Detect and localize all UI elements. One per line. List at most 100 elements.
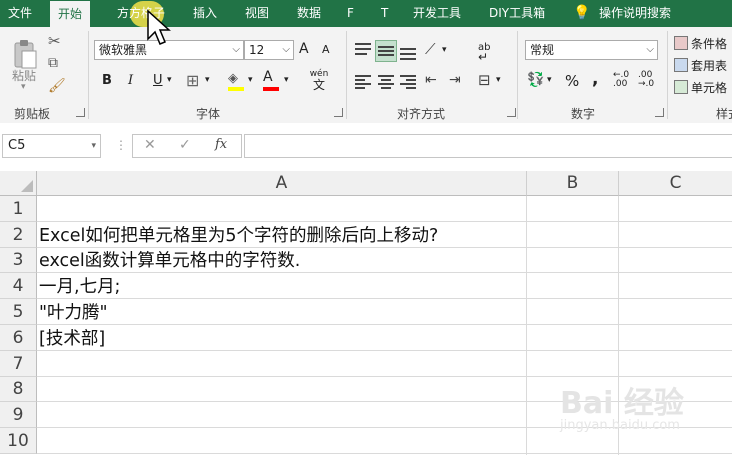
chevron-down-icon[interactable]: ▾ bbox=[167, 75, 172, 85]
styles-item-2[interactable]: 单元格 bbox=[674, 79, 727, 96]
row-header-5[interactable]: 5 bbox=[0, 299, 37, 325]
fill-color-button[interactable]: ◈ bbox=[228, 71, 244, 91]
row-header-4[interactable]: 4 bbox=[0, 273, 37, 299]
lightbulb-icon: 💡 bbox=[573, 5, 591, 21]
cell-style-icon bbox=[674, 80, 688, 94]
tab-4[interactable]: 视图 bbox=[245, 0, 269, 27]
chevron-down-icon: ⌵ bbox=[232, 44, 240, 55]
underline-button[interactable]: U bbox=[153, 73, 163, 88]
cell-A3[interactable]: excel函数计算单元格中的字符数. bbox=[39, 250, 300, 273]
tab-5[interactable]: 数据 bbox=[297, 0, 321, 27]
shrink-font-button[interactable]: A bbox=[322, 43, 330, 56]
formula-bar-grip-icon[interactable]: ⋮ bbox=[115, 138, 127, 152]
align-right-icon bbox=[400, 75, 416, 89]
paste-dropdown-icon[interactable]: ▾ bbox=[21, 82, 26, 92]
clipboard-group-label: 剪贴板 bbox=[14, 107, 51, 121]
percent-button[interactable]: % bbox=[565, 72, 579, 90]
styles-item-label: 单元格 bbox=[691, 81, 728, 95]
paint-bucket-icon: ◈ bbox=[228, 71, 238, 86]
styles-item-1[interactable]: 套用表 bbox=[674, 57, 727, 74]
number-format-combo[interactable]: 常规 ⌵ bbox=[525, 40, 658, 60]
conditional-format-icon bbox=[674, 36, 688, 50]
align-top-icon bbox=[355, 43, 371, 55]
select-all-corner[interactable] bbox=[0, 171, 37, 196]
tab-3[interactable]: 插入 bbox=[193, 0, 217, 27]
chevron-down-icon[interactable]: ▾ bbox=[248, 75, 253, 85]
chevron-down-icon[interactable]: ▾ bbox=[205, 75, 210, 85]
insert-function-button[interactable]: fx bbox=[215, 137, 227, 152]
row-header-8[interactable]: 8 bbox=[0, 377, 37, 402]
font-color-button[interactable]: A bbox=[263, 69, 279, 91]
cancel-icon[interactable]: ✕ bbox=[144, 137, 156, 153]
align-center-button[interactable] bbox=[376, 72, 396, 92]
name-box[interactable]: C5 ▾ bbox=[2, 134, 101, 158]
tab-10[interactable]: 操作说明搜索 bbox=[599, 0, 671, 27]
watermark-url: jingyan.baidu.com bbox=[560, 418, 680, 433]
bold-button[interactable]: B bbox=[102, 73, 112, 88]
italic-button[interactable]: I bbox=[128, 73, 133, 88]
chevron-down-icon[interactable]: ▾ bbox=[284, 75, 289, 85]
chevron-down-icon[interactable]: ▾ bbox=[547, 75, 552, 85]
align-middle-icon bbox=[378, 46, 394, 56]
accounting-format-icon[interactable]: 💱 bbox=[527, 72, 544, 88]
number-launcher-icon[interactable] bbox=[655, 108, 664, 117]
cut-icon[interactable]: ✂ bbox=[48, 32, 61, 50]
tab-9[interactable]: DIY工具箱 bbox=[489, 0, 545, 27]
alignment-launcher-icon[interactable] bbox=[507, 108, 516, 117]
chevron-down-icon[interactable]: ▾ bbox=[442, 45, 447, 55]
align-middle-button[interactable] bbox=[375, 40, 397, 62]
tab-6[interactable]: F bbox=[347, 0, 354, 27]
grow-font-button[interactable]: A bbox=[299, 41, 309, 57]
tab-7[interactable]: T bbox=[381, 0, 388, 27]
column-header-B[interactable]: B bbox=[527, 171, 619, 196]
align-right-button[interactable] bbox=[398, 72, 418, 92]
align-left-button[interactable] bbox=[353, 72, 373, 92]
orientation-icon[interactable]: ⟋ bbox=[425, 40, 436, 58]
phonetic-guide-button[interactable]: wén 文 bbox=[305, 67, 333, 91]
ribbon: 粘贴 ▾ ✂ ⧉ 🖌 剪贴板 微软雅黑 ⌵ 12 ⌵ A A B I U ▾ ⊞… bbox=[0, 27, 732, 124]
tab-1[interactable]: 开始 bbox=[50, 1, 91, 27]
cell-A2[interactable]: Excel如何把单元格里为5个字符的删除后向上移动? bbox=[39, 224, 438, 248]
align-bottom-button[interactable] bbox=[398, 40, 418, 62]
row-header-6[interactable]: 6 bbox=[0, 325, 37, 351]
number-group-label: 数字 bbox=[571, 107, 596, 121]
row-header-3[interactable]: 3 bbox=[0, 248, 37, 273]
formula-buttons: ✕ ✓ fx bbox=[132, 134, 242, 158]
increase-indent-icon[interactable]: ⇥ bbox=[449, 72, 461, 88]
chevron-down-icon[interactable]: ▾ bbox=[496, 75, 501, 85]
font-size-value: 12 bbox=[249, 43, 265, 57]
wrap-text-button[interactable]: ab ↵ bbox=[478, 39, 502, 64]
enter-icon[interactable]: ✓ bbox=[179, 137, 191, 153]
cell-A6[interactable]: [技术部] bbox=[39, 327, 105, 351]
styles-item-0[interactable]: 条件格 bbox=[674, 35, 727, 52]
copy-icon[interactable]: ⧉ bbox=[48, 55, 58, 71]
row-header-10[interactable]: 10 bbox=[0, 428, 37, 454]
row-header-1[interactable]: 1 bbox=[0, 196, 37, 222]
align-top-button[interactable] bbox=[353, 40, 373, 62]
decrease-indent-icon[interactable]: ⇤ bbox=[425, 72, 437, 88]
row-header-2[interactable]: 2 bbox=[0, 222, 37, 248]
tab-0[interactable]: 文件 bbox=[8, 0, 32, 27]
font-size-combo[interactable]: 12 ⌵ bbox=[244, 40, 294, 60]
row-header-7[interactable]: 7 bbox=[0, 351, 37, 377]
border-icon[interactable]: ⊞ bbox=[186, 71, 199, 90]
format-painter-icon[interactable]: 🖌 bbox=[48, 78, 66, 94]
tab-8[interactable]: 开发工具 bbox=[413, 0, 461, 27]
font-launcher-icon[interactable] bbox=[334, 108, 343, 117]
column-header-A[interactable]: A bbox=[37, 171, 527, 196]
chevron-down-icon: ▾ bbox=[91, 141, 96, 151]
increase-decimal-icon[interactable]: ←.0.00 bbox=[613, 71, 629, 89]
mouse-cursor-icon bbox=[147, 9, 171, 45]
cell-A5[interactable]: "叶力腾" bbox=[39, 301, 108, 325]
merge-center-icon[interactable]: ⊟ bbox=[478, 71, 491, 89]
row-header-9[interactable]: 9 bbox=[0, 402, 37, 428]
ribbon-tab-bar: 文件 开始 方方格子 插入 视图 数据 F T 开发工具 DIY工具箱 操作说明搜索 💡 bbox=[0, 0, 732, 27]
comma-button[interactable]: , bbox=[592, 69, 598, 89]
cell-A4[interactable]: 一月,七月; bbox=[39, 275, 120, 299]
clipboard-launcher-icon[interactable] bbox=[76, 108, 85, 117]
formula-input[interactable] bbox=[244, 134, 732, 158]
decrease-decimal-icon[interactable]: .00 →.0 bbox=[638, 71, 654, 89]
align-left-icon bbox=[355, 75, 371, 89]
column-header-C[interactable]: C bbox=[619, 171, 732, 196]
font-color-icon: A bbox=[263, 69, 273, 85]
